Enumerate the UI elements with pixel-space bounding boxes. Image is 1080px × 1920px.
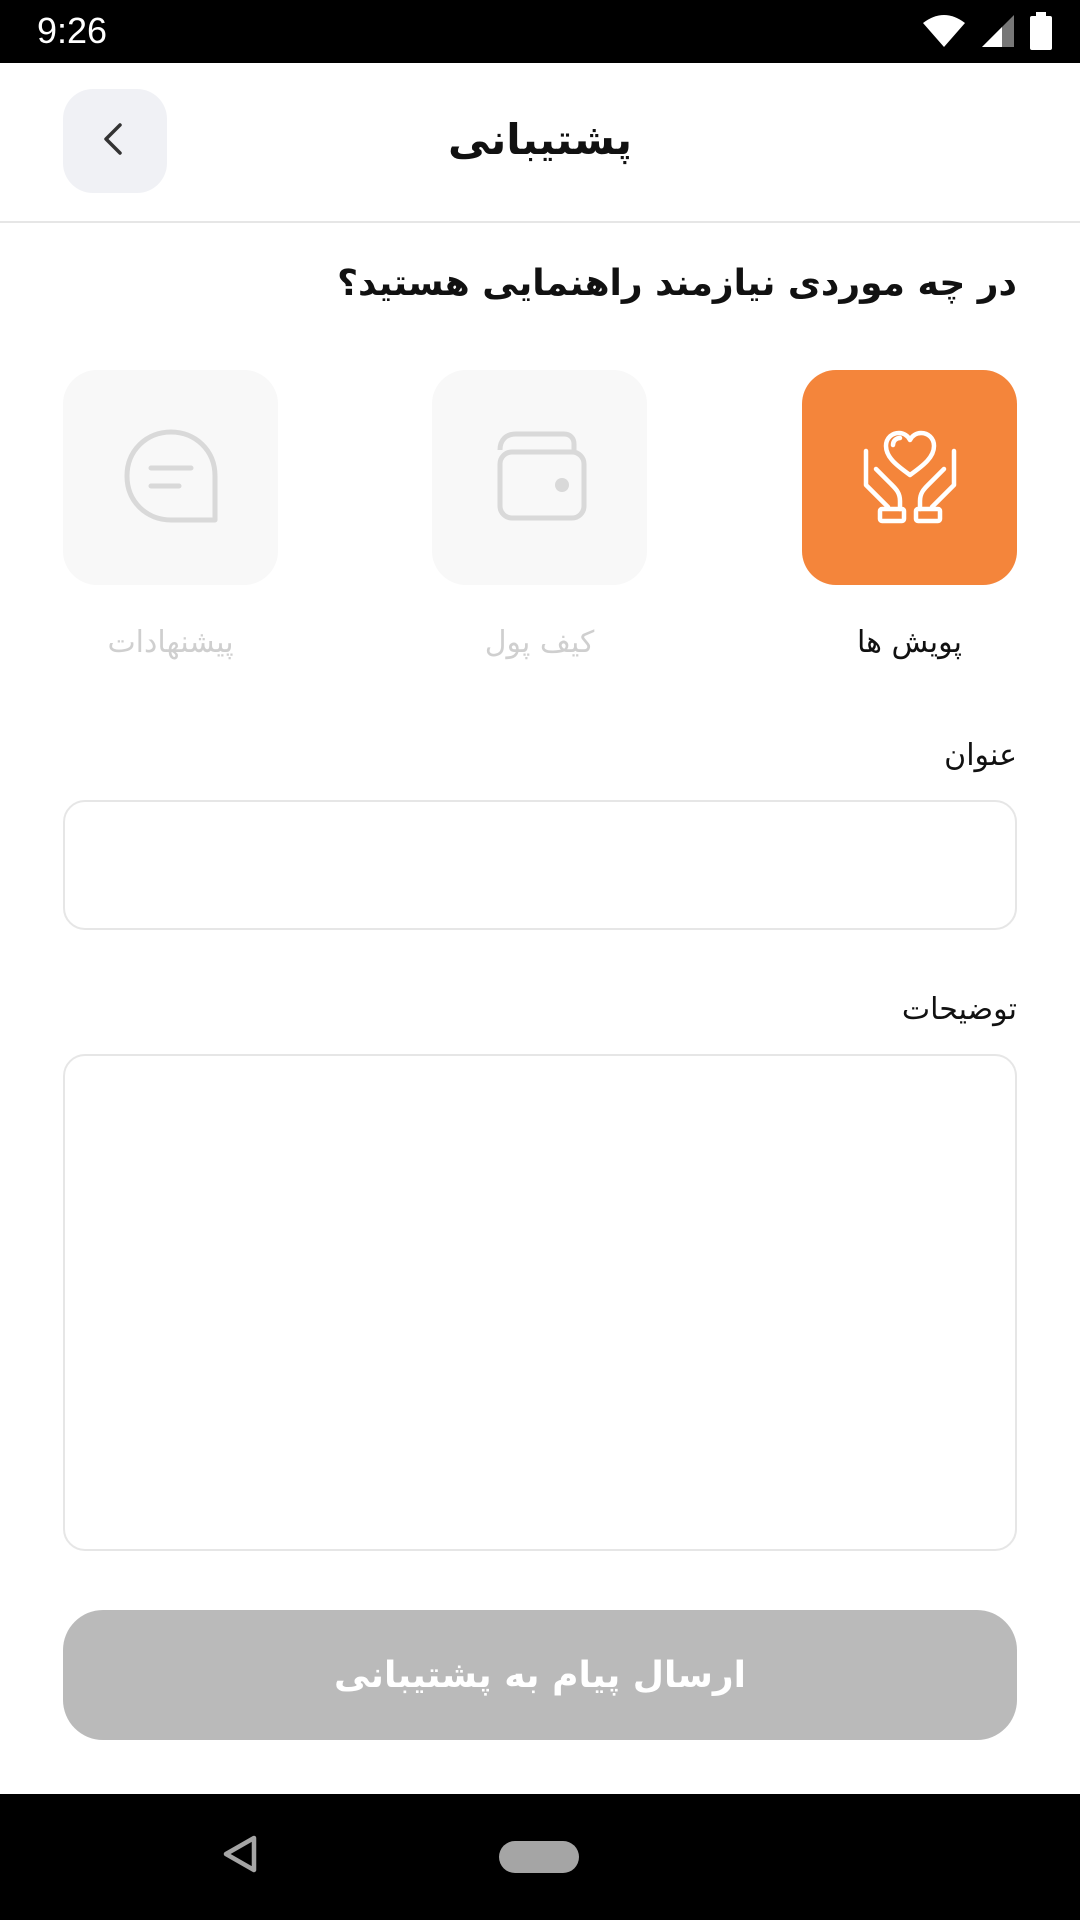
nav-back-icon[interactable] xyxy=(222,1834,258,1878)
description-input[interactable] xyxy=(63,1054,1017,1551)
category-campaigns[interactable]: پویش ها xyxy=(802,370,1017,660)
status-bar: 9:26 xyxy=(0,0,1080,63)
status-time: 9:26 xyxy=(37,10,108,51)
category-suggestions-label: پیشنهادات xyxy=(107,625,234,660)
description-label: توضیحات xyxy=(901,992,1017,1027)
category-campaigns-label: پویش ها xyxy=(857,625,962,660)
chat-bubble-icon xyxy=(121,426,221,530)
category-wallet-label: کیف پول xyxy=(484,625,595,660)
title-input[interactable] xyxy=(63,800,1017,930)
nav-home-icon[interactable] xyxy=(499,1841,579,1873)
status-icons xyxy=(922,12,1052,54)
cellular-signal-icon xyxy=(980,13,1016,53)
page-title: پشتیبانی xyxy=(448,115,632,164)
navigation-bar xyxy=(0,1794,1080,1920)
title-label: عنوان xyxy=(944,738,1017,773)
header: پشتیبانی xyxy=(0,63,1080,223)
wallet-icon xyxy=(490,426,590,530)
wifi-icon xyxy=(922,13,966,53)
category-wallet[interactable]: کیف پول xyxy=(432,370,647,660)
heart-hands-icon xyxy=(850,421,970,535)
battery-icon xyxy=(1030,12,1052,54)
category-campaigns-tile[interactable] xyxy=(802,370,1017,585)
category-question: در چه موردی نیازمند راهنمایی هستید؟ xyxy=(337,263,1017,304)
category-suggestions-tile[interactable] xyxy=(63,370,278,585)
category-wallet-tile[interactable] xyxy=(432,370,647,585)
submit-button[interactable]: ارسال پیام به پشتیبانی xyxy=(63,1610,1017,1740)
category-suggestions[interactable]: پیشنهادات xyxy=(63,370,278,660)
